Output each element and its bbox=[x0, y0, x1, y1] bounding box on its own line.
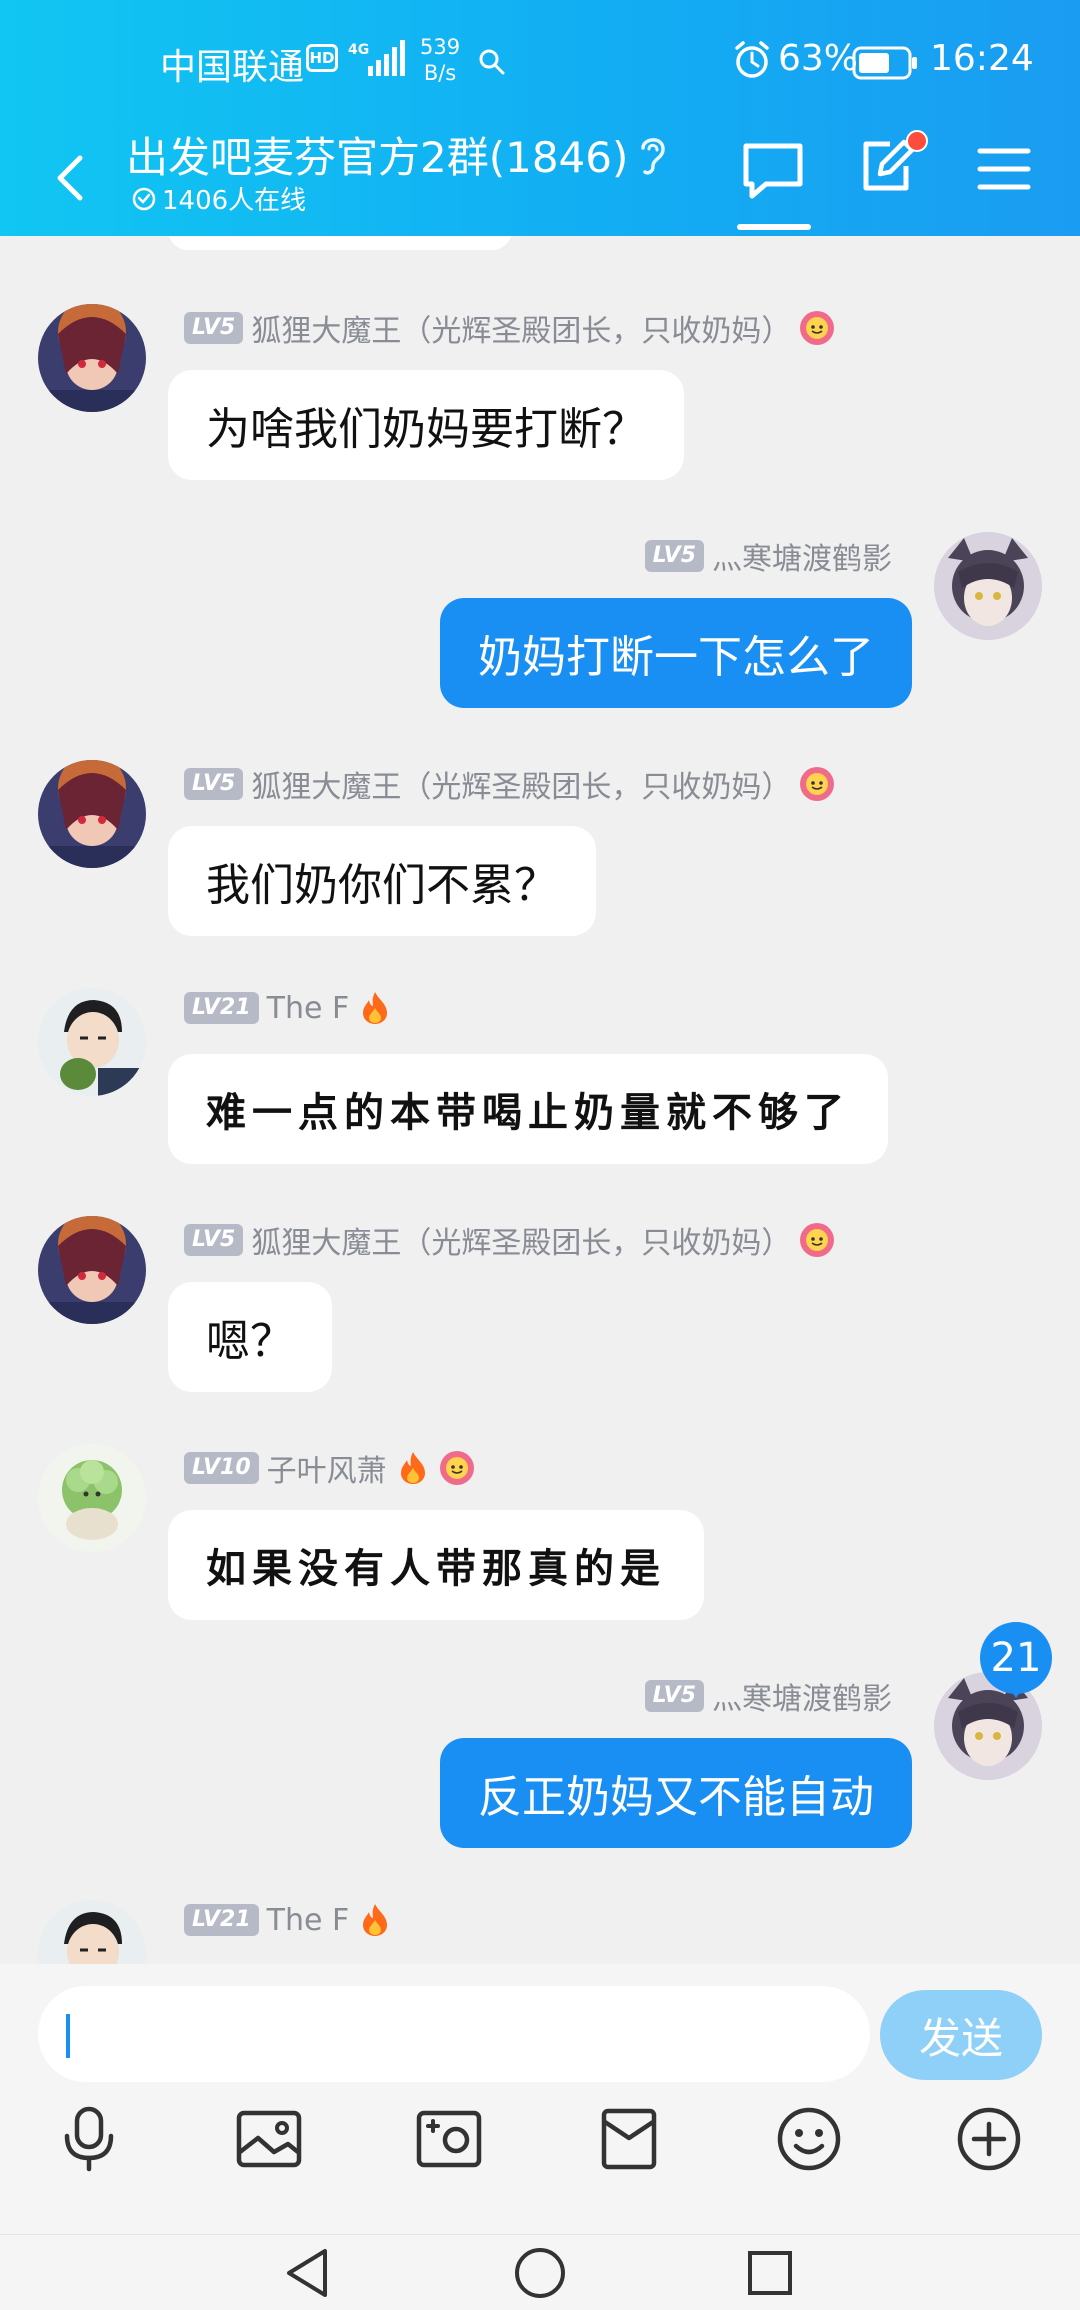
sender-name[interactable]: The F bbox=[267, 1903, 350, 1938]
level-badge: LV5 bbox=[184, 312, 244, 344]
message-bubble[interactable]: 奶妈打断一下怎么了 bbox=[440, 598, 912, 708]
online-check-icon bbox=[132, 187, 156, 210]
group-title[interactable]: 出发吧麦芬官方2群(1846) bbox=[126, 124, 628, 185]
avatar[interactable] bbox=[38, 304, 146, 412]
camera-icon[interactable] bbox=[414, 2104, 484, 2174]
flower-emoji-icon bbox=[800, 311, 835, 345]
message-bubble[interactable]: 难一点的本带喝止奶量就不够了 bbox=[168, 1054, 888, 1164]
text-caret bbox=[66, 2014, 70, 2058]
sender-name[interactable]: 灬寒塘渡鹤影 bbox=[712, 534, 892, 578]
message-meta: LV5 狐狸大魔王（光辉圣殿团长，只收奶妈） bbox=[184, 762, 835, 806]
unread-count-badge[interactable]: 21 bbox=[980, 1622, 1052, 1694]
network-speed-value: 539 bbox=[420, 35, 461, 59]
fire-icon bbox=[363, 1904, 388, 1936]
title-bar: 出发吧麦芬官方2群(1846) 1406人在线 bbox=[0, 120, 1080, 236]
signal-icon: 4G bbox=[348, 40, 410, 84]
status-bar: 中国联通 HD 4G 539 B/s 63% 16:24 bbox=[0, 0, 1080, 120]
avatar[interactable] bbox=[38, 988, 146, 1096]
network-speed-unit: B/s bbox=[423, 61, 457, 85]
avatar[interactable] bbox=[934, 532, 1042, 640]
level-badge: LV5 bbox=[184, 768, 244, 800]
emoji-icon[interactable] bbox=[774, 2104, 844, 2174]
red-packet-icon[interactable] bbox=[594, 2104, 664, 2174]
unread-badge-tail bbox=[1008, 1686, 1024, 1698]
back-triangle-icon[interactable] bbox=[278, 2243, 338, 2303]
message-bubble[interactable]: 为啥我们奶妈要打断？ bbox=[168, 370, 684, 480]
search-icon bbox=[478, 48, 506, 80]
message-meta: LV5 狐狸大魔王（光辉圣殿团长，只收奶妈） bbox=[184, 306, 835, 350]
recents-square-icon[interactable] bbox=[740, 2243, 800, 2303]
clock: 16:24 bbox=[930, 38, 1034, 79]
network-speed: 539 B/s bbox=[420, 34, 460, 86]
level-badge: LV5 bbox=[644, 1680, 704, 1712]
chevron-left-icon bbox=[57, 155, 83, 201]
hd-badge: HD bbox=[306, 44, 338, 72]
message-bubble[interactable]: 如果没有人带那真的是 bbox=[168, 1510, 704, 1620]
fire-icon bbox=[363, 992, 388, 1024]
level-badge: LV10 bbox=[184, 1452, 259, 1484]
level-badge: LV21 bbox=[184, 992, 259, 1024]
avatar[interactable] bbox=[38, 1444, 146, 1552]
message-meta: LV5 灬寒塘渡鹤影 bbox=[644, 1674, 892, 1718]
sender-name[interactable]: 狐狸大魔王（光辉圣殿团长，只收奶妈） bbox=[251, 306, 791, 350]
send-button[interactable]: 发送 bbox=[880, 1990, 1042, 2080]
avatar[interactable] bbox=[38, 760, 146, 868]
chat-bubble-icon[interactable] bbox=[740, 140, 806, 206]
home-circle-icon[interactable] bbox=[510, 2243, 570, 2303]
sender-name[interactable]: The F bbox=[267, 991, 350, 1026]
plus-icon[interactable] bbox=[954, 2104, 1024, 2174]
online-status: 1406人在线 bbox=[132, 180, 306, 217]
header: 中国联通 HD 4G 539 B/s 63% 16:24 出发吧麦芬官方2群(1… bbox=[0, 0, 1080, 236]
ear-icon[interactable] bbox=[635, 132, 671, 182]
message-meta: LV21 The F bbox=[184, 990, 393, 1026]
back-button[interactable] bbox=[50, 140, 100, 210]
sender-name[interactable]: 灬寒塘渡鹤影 bbox=[712, 1674, 892, 1718]
message-meta: LV5 狐狸大魔王（光辉圣殿团长，只收奶妈） bbox=[184, 1218, 835, 1262]
message-bubble-partial bbox=[168, 236, 512, 250]
microphone-icon[interactable] bbox=[54, 2104, 124, 2174]
online-count: 1406人在线 bbox=[162, 186, 307, 216]
carrier-name: 中国联通 bbox=[160, 47, 305, 88]
level-badge: LV5 bbox=[644, 540, 704, 572]
battery-icon bbox=[852, 46, 918, 84]
flower-emoji-icon bbox=[800, 767, 835, 801]
flower-emoji-icon bbox=[800, 1223, 835, 1257]
chat-list[interactable]: LV5 狐狸大魔王（光辉圣殿团长，只收奶妈） 为啥我们奶妈要打断？ LV5 灬寒… bbox=[0, 236, 1080, 1964]
avatar[interactable] bbox=[38, 1216, 146, 1324]
level-badge: LV5 bbox=[184, 1224, 244, 1256]
sender-name[interactable]: 狐狸大魔王（光辉圣殿团长，只收奶妈） bbox=[251, 762, 791, 806]
fire-icon bbox=[400, 1452, 425, 1484]
active-tab-indicator bbox=[737, 224, 811, 230]
battery-percent: 63% bbox=[778, 38, 859, 79]
sender-name[interactable]: 狐狸大魔王（光辉圣殿团长，只收奶妈） bbox=[251, 1218, 791, 1262]
message-meta: LV21 The F bbox=[184, 1902, 393, 1938]
menu-icon[interactable] bbox=[976, 146, 1032, 196]
message-meta: LV10 子叶风萧 bbox=[184, 1446, 475, 1490]
flower-emoji-icon bbox=[439, 1451, 474, 1485]
system-nav-bar bbox=[0, 2234, 1080, 2310]
message-bubble[interactable]: 我们奶你们不累？ bbox=[168, 826, 596, 936]
avatar[interactable] bbox=[38, 1900, 146, 1964]
image-icon[interactable] bbox=[234, 2104, 304, 2174]
message-meta: LV5 灬寒塘渡鹤影 bbox=[644, 534, 892, 578]
alarm-icon bbox=[732, 40, 772, 84]
sender-name[interactable]: 子叶风萧 bbox=[267, 1446, 387, 1490]
input-area: 发送 bbox=[0, 1964, 1080, 2234]
level-badge: LV21 bbox=[184, 1904, 259, 1936]
svg-text:4G: 4G bbox=[348, 42, 369, 58]
notification-dot bbox=[906, 130, 928, 152]
message-bubble[interactable]: 反正奶妈又不能自动 bbox=[440, 1738, 912, 1848]
message-bubble[interactable]: 嗯？ bbox=[168, 1282, 332, 1392]
message-input[interactable] bbox=[38, 1986, 870, 2082]
